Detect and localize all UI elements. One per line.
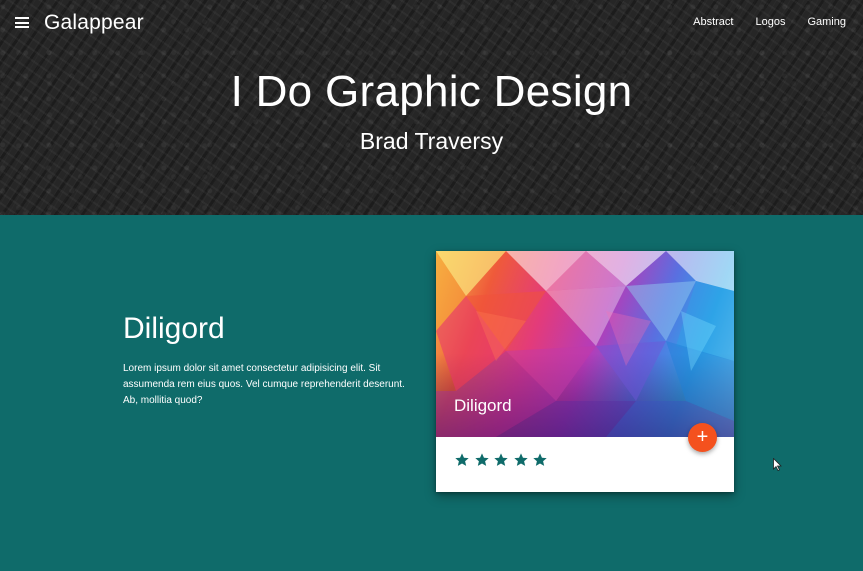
star-icon[interactable] (454, 452, 470, 468)
section-text: Lorem ipsum dolor sit amet consectetur a… (123, 363, 405, 406)
nav-link-abstract[interactable]: Abstract (693, 16, 733, 28)
hero-subtitle: Brad Traversy (359, 128, 504, 154)
plus-icon: + (696, 426, 709, 448)
nav-link-gaming[interactable]: Gaming (807, 16, 846, 28)
star-rating (454, 452, 552, 468)
menu-icon[interactable] (15, 17, 29, 28)
portfolio-card: Diligord + (436, 251, 734, 492)
brand-logo[interactable]: Galappear (44, 11, 144, 35)
star-icon[interactable] (532, 452, 548, 468)
star-icon[interactable] (474, 452, 490, 468)
star-icon[interactable] (493, 452, 509, 468)
card-image: Diligord (436, 251, 734, 437)
card-title: Diligord (454, 396, 512, 415)
star-icon[interactable] (513, 452, 529, 468)
navbar: Galappear Abstract Logos Gaming (0, 0, 863, 48)
hero-header: Galappear Abstract Logos Gaming I Do Gra… (0, 0, 863, 215)
hero-title: I Do Graphic Design (230, 67, 633, 116)
add-button[interactable]: + (688, 423, 717, 452)
nav-link-logos[interactable]: Logos (755, 16, 785, 28)
nav-links: Abstract Logos Gaming (671, 16, 846, 28)
section-title: Diligord (123, 312, 225, 345)
mouse-cursor-icon (773, 458, 782, 471)
